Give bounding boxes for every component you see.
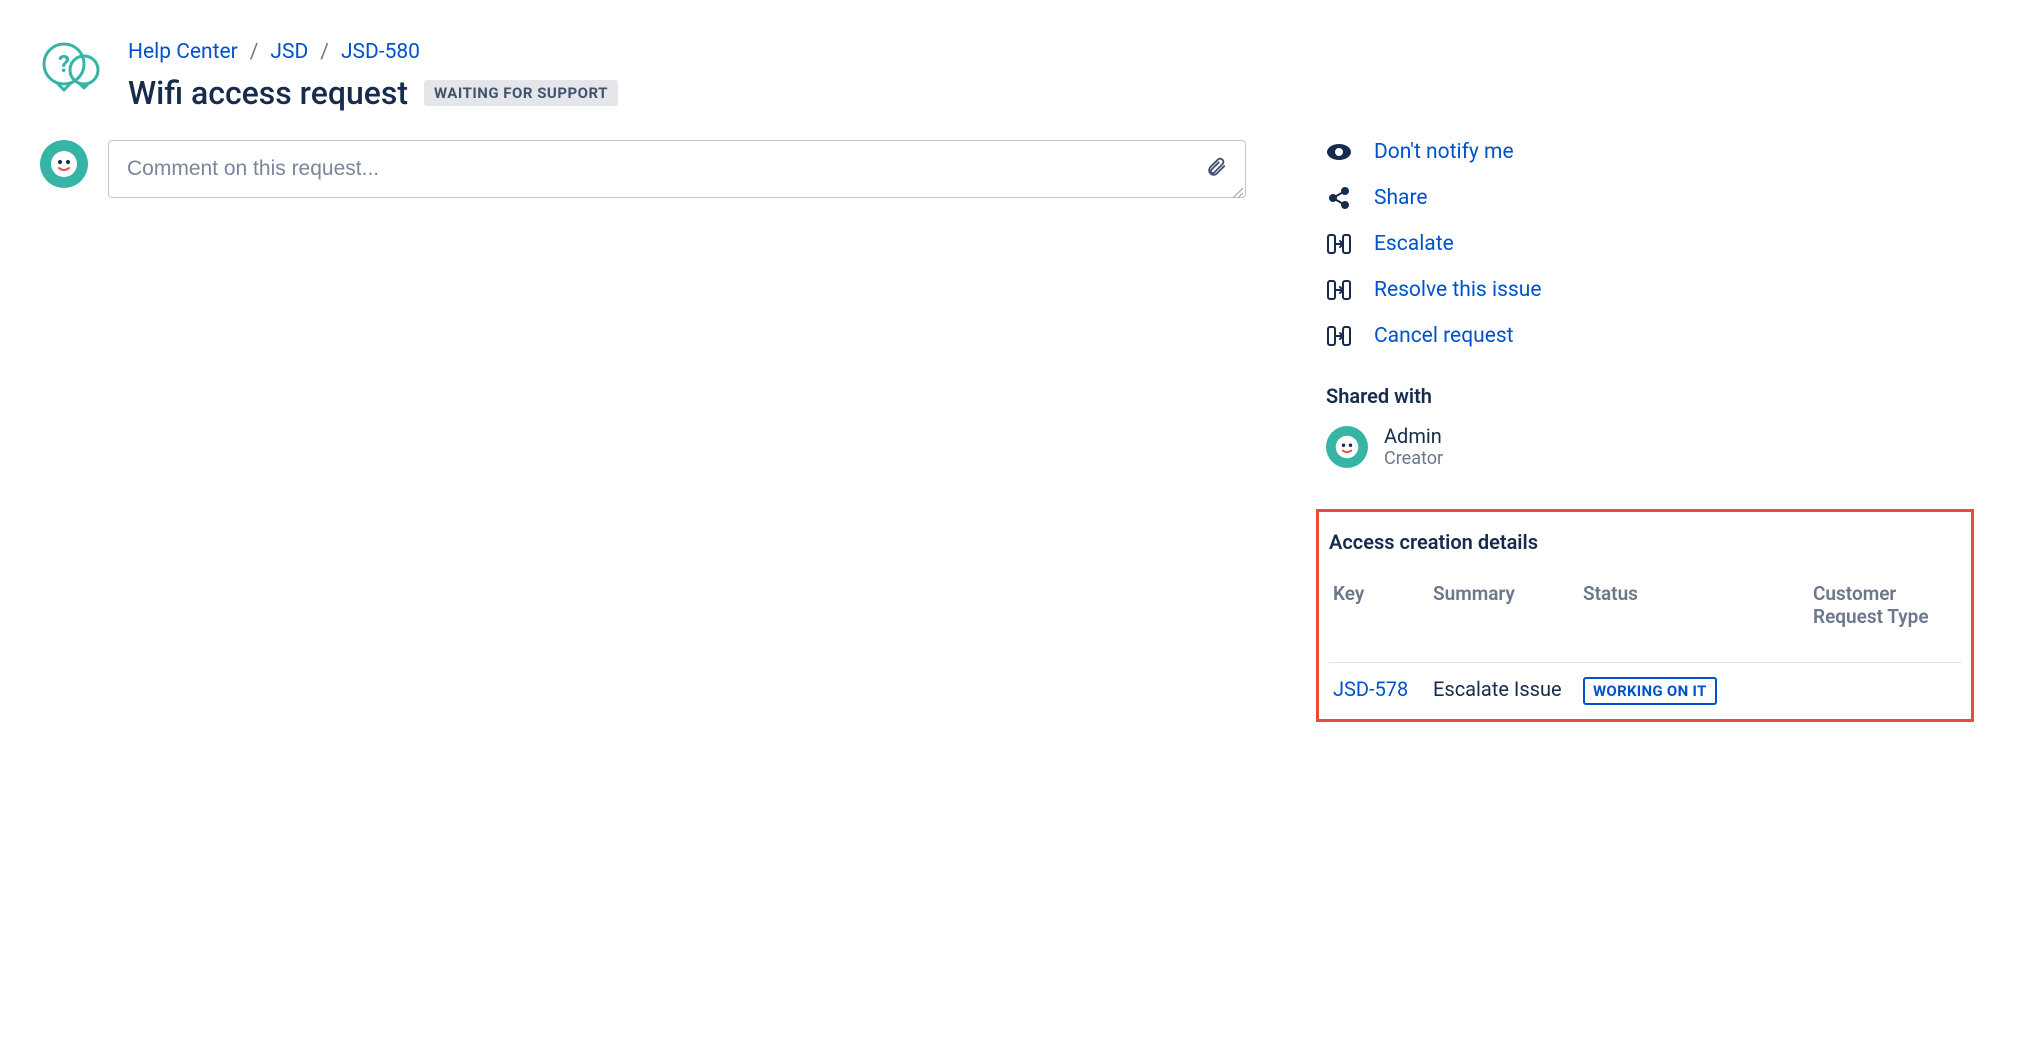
access-details-heading: Access creation details [1329,530,1961,554]
action-label: Escalate [1374,232,1454,256]
attachment-icon[interactable] [1205,156,1227,182]
avatar [40,140,88,188]
breadcrumb-project[interactable]: JSD [270,40,308,64]
share-icon [1326,186,1352,210]
shared-user-info: Admin Creator [1384,424,1443,469]
sidebar: Don't notify me Share [1326,140,1966,722]
action-dont-notify[interactable]: Don't notify me [1326,140,1966,164]
action-list: Don't notify me Share [1326,140,1966,348]
th-crt: Customer Request Type [1809,574,1961,663]
shared-with-heading: Shared with [1326,384,1966,408]
status-badge: WAITING FOR SUPPORT [424,80,618,106]
action-label: Don't notify me [1374,140,1514,164]
action-label: Resolve this issue [1374,278,1541,302]
question-bubble-icon: ? [40,40,104,96]
breadcrumb-issue[interactable]: JSD-580 [341,40,420,64]
issue-key-link[interactable]: JSD-578 [1333,677,1408,701]
breadcrumb-separator: / [250,40,259,64]
action-label: Share [1374,186,1428,210]
th-status: Status [1579,574,1809,663]
details-table: Key Summary Status Customer Request Type… [1329,574,1961,719]
action-share[interactable]: Share [1326,186,1966,210]
action-label: Cancel request [1374,324,1514,348]
table-row: JSD-578 Escalate Issue WORKING ON IT [1329,663,1961,720]
breadcrumb-separator: / [320,40,329,64]
cell-crt [1809,663,1961,720]
transition-icon [1326,278,1352,302]
header-row: ? Help Center / JSD / JSD-580 Wifi acces… [40,40,2018,112]
transition-icon [1326,232,1352,256]
shared-user-role: Creator [1384,448,1443,469]
page-title: Wifi access request [128,74,408,112]
body-row: Don't notify me Share [40,140,2018,722]
status-badge: WORKING ON IT [1583,677,1717,705]
action-escalate[interactable]: Escalate [1326,232,1966,256]
th-key: Key [1329,574,1429,663]
transition-icon [1326,324,1352,348]
eye-icon [1326,143,1352,161]
breadcrumb-help-center[interactable]: Help Center [128,40,238,64]
th-summary: Summary [1429,574,1579,663]
comment-box[interactable] [108,140,1246,198]
table-header-row: Key Summary Status Customer Request Type [1329,574,1961,663]
breadcrumb: Help Center / JSD / JSD-580 [128,40,618,64]
shared-user-row: Admin Creator [1326,424,1966,469]
cell-summary: Escalate Issue [1429,663,1579,720]
svg-text:?: ? [58,50,70,78]
avatar [1326,426,1368,468]
page-root: ? Help Center / JSD / JSD-580 Wifi acces… [0,0,2018,722]
access-details-panel: Access creation details Key Summary Stat… [1316,509,1974,722]
header-content: Help Center / JSD / JSD-580 Wifi access … [128,40,618,112]
action-resolve[interactable]: Resolve this issue [1326,278,1966,302]
resize-handle-icon[interactable] [1231,183,1243,195]
action-cancel[interactable]: Cancel request [1326,324,1966,348]
comment-input[interactable] [127,157,1205,181]
title-row: Wifi access request WAITING FOR SUPPORT [128,74,618,112]
shared-user-name: Admin [1384,424,1443,448]
main-column [40,140,1246,198]
